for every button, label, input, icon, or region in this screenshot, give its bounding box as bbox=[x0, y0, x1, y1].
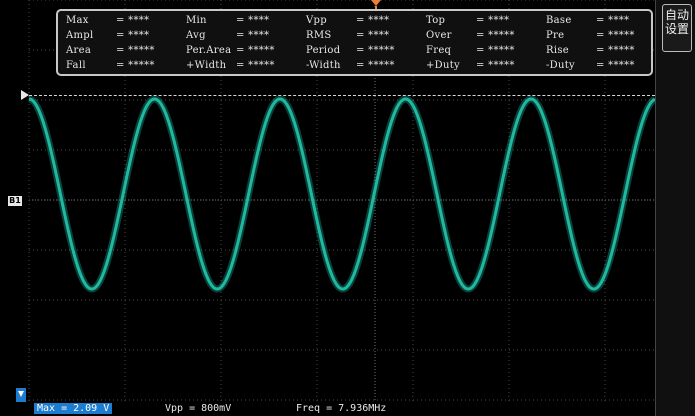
measurement-value: = **** bbox=[116, 15, 150, 26]
measurement-label: Period bbox=[306, 45, 341, 56]
measurement-value: = ***** bbox=[356, 60, 395, 71]
measurement-item: Freq = ***** bbox=[426, 45, 515, 57]
waveform-trace bbox=[28, 97, 655, 291]
measurement-label: Max bbox=[66, 15, 89, 26]
measurement-value: = **** bbox=[476, 15, 510, 26]
measurement-label: Avg bbox=[186, 30, 206, 41]
measurement-item: Top = **** bbox=[426, 15, 509, 27]
measurement-item: Period = ***** bbox=[306, 45, 395, 57]
measurement-value: = **** bbox=[236, 30, 270, 41]
measurement-item: RMS = **** bbox=[306, 30, 389, 42]
measurement-label: Fall bbox=[66, 60, 86, 71]
measurement-item: Base = **** bbox=[546, 15, 629, 27]
measurement-item: Max = **** bbox=[66, 15, 149, 27]
status-max: Max = 2.09 V bbox=[34, 403, 113, 414]
measurement-label: -Duty bbox=[546, 60, 576, 71]
measurement-panel: Max = **** Min = **** Vpp = **** Top = **** Base… bbox=[56, 9, 653, 76]
status-freq: Freq = 7.936MHz bbox=[296, 403, 387, 414]
measurement-value: = ***** bbox=[596, 30, 635, 41]
measurement-item: +Width = ***** bbox=[186, 60, 275, 72]
side-menu: 自动 设置 bbox=[655, 0, 695, 416]
auto-setup-label: 自动 设置 bbox=[664, 8, 689, 36]
measurement-label: Freq bbox=[426, 45, 452, 56]
measurement-label: Min bbox=[186, 15, 207, 26]
measurement-label: Top bbox=[426, 15, 446, 26]
measurement-item: Rise = ***** bbox=[546, 45, 635, 57]
auto-setup-button[interactable]: 自动 设置 bbox=[662, 4, 692, 52]
measurement-item: +Duty = ***** bbox=[426, 60, 515, 72]
measurement-item: Fall = ***** bbox=[66, 60, 155, 72]
measurement-label: Vpp bbox=[306, 15, 327, 26]
status-bar: Max = 2.09 V Vpp = 800mV Freq = 7.936MHz bbox=[0, 402, 655, 416]
measurement-item: Min = **** bbox=[186, 15, 269, 27]
measurement-item: Area = ***** bbox=[66, 45, 155, 57]
measurement-label: Over bbox=[426, 30, 452, 41]
measurement-value: = ***** bbox=[476, 60, 515, 71]
measurement-value: = ***** bbox=[596, 60, 635, 71]
channel-offset-icon[interactable] bbox=[16, 388, 26, 402]
max-cursor-line bbox=[29, 95, 655, 96]
level-marker-icon bbox=[21, 90, 29, 100]
measurement-value: = ***** bbox=[596, 45, 635, 56]
measurement-value: = **** bbox=[356, 30, 390, 41]
measurement-label: +Width bbox=[186, 60, 227, 71]
measurement-label: Rise bbox=[546, 45, 569, 56]
measurement-value: = ***** bbox=[236, 60, 275, 71]
scope-screen: B1 Max = **** Min = **** Vpp = **** Top = **** B… bbox=[0, 0, 695, 416]
measurement-item: Over = ***** bbox=[426, 30, 515, 42]
measurement-item: Ampl = **** bbox=[66, 30, 149, 42]
measurement-value: = ***** bbox=[476, 30, 515, 41]
measurement-label: Per.Area bbox=[186, 45, 232, 56]
measurement-label: RMS bbox=[306, 30, 332, 41]
measurement-item: Vpp = **** bbox=[306, 15, 389, 27]
measurement-label: -Width bbox=[306, 60, 341, 71]
measurement-item: Pre = ***** bbox=[546, 30, 635, 42]
measurement-label: Pre bbox=[546, 30, 565, 41]
measurement-value: = **** bbox=[116, 30, 150, 41]
measurement-label: +Duty bbox=[426, 60, 461, 71]
measurement-item: Per.Area = ***** bbox=[186, 45, 275, 57]
measurement-item: -Width = ***** bbox=[306, 60, 395, 72]
measurement-item: -Duty = ***** bbox=[546, 60, 635, 72]
status-vpp: Vpp = 800mV bbox=[165, 403, 232, 414]
measurement-label: Base bbox=[546, 15, 572, 26]
measurement-value: = ***** bbox=[476, 45, 515, 56]
measurement-value: = ***** bbox=[356, 45, 395, 56]
measurement-item: Avg = **** bbox=[186, 30, 269, 42]
measurement-value: = ***** bbox=[236, 45, 275, 56]
measurement-value: = ***** bbox=[116, 45, 155, 56]
measurement-value: = **** bbox=[356, 15, 390, 26]
measurement-value: = **** bbox=[596, 15, 630, 26]
measurement-label: Area bbox=[66, 45, 92, 56]
measurement-value: = ***** bbox=[116, 60, 155, 71]
channel-marker[interactable]: B1 bbox=[8, 196, 22, 206]
measurement-value: = **** bbox=[236, 15, 270, 26]
measurement-label: Ampl bbox=[66, 30, 94, 41]
